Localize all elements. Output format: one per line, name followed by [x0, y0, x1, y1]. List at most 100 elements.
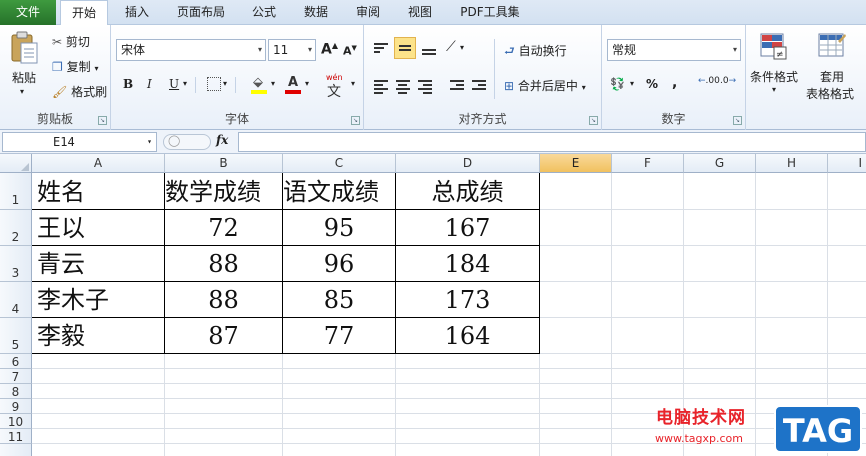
underline-button[interactable]: U — [169, 77, 179, 91]
align-right-icon[interactable] — [418, 78, 432, 96]
column-header-f[interactable]: F — [612, 154, 684, 173]
align-left-icon[interactable] — [374, 78, 388, 96]
tab-review[interactable]: 审阅 — [348, 0, 388, 25]
row-header-9[interactable]: 9 — [0, 399, 32, 414]
chevron-down-icon[interactable]: ▾ — [305, 79, 309, 88]
cell-b5[interactable]: 87 — [165, 319, 282, 353]
cell-c2[interactable]: 95 — [283, 211, 395, 245]
cell-b4[interactable]: 88 — [165, 283, 282, 317]
row-header-11[interactable]: 11 — [0, 429, 32, 444]
cell-d5[interactable]: 164 — [396, 319, 539, 353]
cell-a4[interactable]: 李木子 — [37, 283, 162, 317]
align-center-icon[interactable] — [396, 78, 410, 96]
row-header-8[interactable]: 8 — [0, 384, 32, 399]
font-size-select[interactable]: 11 ▾ — [268, 39, 316, 61]
row-header-10[interactable]: 10 — [0, 414, 32, 429]
row-header-6[interactable]: 6 — [0, 354, 32, 369]
column-header-h[interactable]: H — [756, 154, 828, 173]
align-bottom-icon[interactable] — [422, 47, 436, 57]
cell-c4[interactable]: 85 — [283, 283, 395, 317]
align-middle-button[interactable] — [394, 37, 416, 59]
chevron-down-icon[interactable]: ▾ — [460, 43, 464, 52]
dialog-launcher-icon[interactable]: ↘ — [589, 116, 598, 125]
bold-button[interactable]: B — [123, 77, 133, 91]
insert-function-icon[interactable]: fx — [216, 133, 228, 147]
chevron-down-icon[interactable]: ▾ — [271, 79, 275, 88]
conditional-format-label[interactable]: 条件格式 — [750, 68, 798, 85]
chevron-down-icon[interactable]: ▾ — [772, 85, 776, 94]
grow-font-button[interactable]: A▲ — [321, 41, 338, 58]
paste-button[interactable] — [8, 31, 40, 71]
cell-a5[interactable]: 李毅 — [37, 319, 162, 353]
italic-button[interactable]: I — [147, 77, 152, 91]
currency-icon[interactable]: 💱 — [610, 77, 625, 91]
formula-input[interactable] — [238, 132, 866, 152]
cell-a3[interactable]: 青云 — [37, 247, 162, 281]
cell-b2[interactable]: 72 — [165, 211, 282, 245]
conditional-format-button[interactable]: ≠ — [760, 31, 788, 61]
align-top-icon[interactable] — [374, 41, 388, 55]
cell-c3[interactable]: 96 — [283, 247, 395, 281]
tab-home[interactable]: 开始 — [60, 0, 108, 26]
cut-button[interactable]: ✂ 剪切 — [52, 33, 90, 50]
tab-file[interactable]: 文件 — [0, 0, 56, 25]
comma-button[interactable]: , — [672, 75, 677, 91]
percent-button[interactable]: % — [646, 77, 658, 91]
cell-d4[interactable]: 173 — [396, 283, 539, 317]
cell-c1[interactable]: 语文成绩 — [283, 175, 395, 209]
font-color-button[interactable]: A — [285, 75, 303, 95]
decrease-decimal-button[interactable]: .0→ — [720, 77, 736, 86]
column-header-a[interactable]: A — [32, 154, 165, 173]
column-header-i[interactable]: I — [828, 154, 866, 173]
orientation-icon[interactable]: ⟋ — [446, 39, 456, 55]
dialog-launcher-icon[interactable]: ↘ — [351, 116, 360, 125]
borders-icon[interactable] — [207, 77, 221, 91]
column-header-d[interactable]: D — [396, 154, 540, 173]
name-box[interactable]: E14 ▾ — [2, 132, 157, 152]
shrink-font-button[interactable]: A▼ — [343, 44, 357, 58]
table-format-label-2[interactable]: 表格格式 — [806, 85, 854, 102]
row-header-5[interactable]: 5 — [0, 318, 32, 354]
row-header-7[interactable]: 7 — [0, 369, 32, 384]
tab-formulas[interactable]: 公式 — [244, 0, 284, 25]
font-name-select[interactable]: 宋体 ▾ — [116, 39, 266, 61]
cell-a1[interactable]: 姓名 — [37, 175, 162, 209]
row-header-4[interactable]: 4 — [0, 282, 32, 318]
chevron-down-icon[interactable]: ▾ — [351, 79, 355, 88]
copy-button[interactable]: ❐ 复制 ▾ — [52, 58, 98, 75]
dialog-launcher-icon[interactable]: ↘ — [98, 116, 107, 125]
dialog-launcher-icon[interactable]: ↘ — [733, 116, 742, 125]
paste-dropdown-icon[interactable]: ▾ — [20, 87, 24, 96]
column-header-c[interactable]: C — [283, 154, 396, 173]
row-header-2[interactable]: 2 — [0, 210, 32, 246]
increase-indent-icon[interactable] — [472, 78, 486, 92]
table-format-label-1[interactable]: 套用 — [820, 68, 844, 85]
formula-bar-splitter[interactable]: ◯ — [163, 134, 211, 150]
cell-a2[interactable]: 王以 — [37, 211, 162, 245]
phonetic-button[interactable]: wén 文 — [323, 73, 351, 100]
chevron-down-icon[interactable]: ▾ — [183, 79, 187, 88]
decrease-indent-icon[interactable] — [450, 78, 464, 92]
merge-center-button[interactable]: ⊞ 合并后居中 ▾ — [504, 77, 586, 94]
increase-decimal-button[interactable]: ←.00 — [698, 77, 720, 86]
wrap-text-button[interactable]: ⮐ 自动换行 — [504, 42, 567, 63]
tab-page-layout[interactable]: 页面布局 — [170, 0, 232, 25]
cell-d2[interactable]: 167 — [396, 211, 539, 245]
paste-label[interactable]: 粘贴 — [12, 69, 36, 86]
table-format-button[interactable] — [818, 31, 846, 61]
number-format-select[interactable]: 常规 ▾ — [607, 39, 741, 61]
cell-d3[interactable]: 184 — [396, 247, 539, 281]
cell-c5[interactable]: 77 — [283, 319, 395, 353]
tab-pdf-tools[interactable]: PDF工具集 — [452, 0, 528, 25]
cell-b3[interactable]: 88 — [165, 247, 282, 281]
format-painter-button[interactable]: 🖌 格式刷 — [52, 83, 107, 100]
chevron-down-icon[interactable]: ▾ — [630, 79, 634, 88]
cell-b1[interactable]: 数学成绩 — [165, 175, 282, 209]
select-all-button[interactable] — [0, 154, 32, 173]
tab-insert[interactable]: 插入 — [118, 0, 156, 25]
tab-data[interactable]: 数据 — [296, 0, 336, 25]
tab-view[interactable]: 视图 — [400, 0, 440, 25]
fill-color-button[interactable]: ⬙ — [251, 75, 269, 95]
column-header-g[interactable]: G — [684, 154, 756, 173]
column-header-e[interactable]: E — [540, 154, 612, 173]
